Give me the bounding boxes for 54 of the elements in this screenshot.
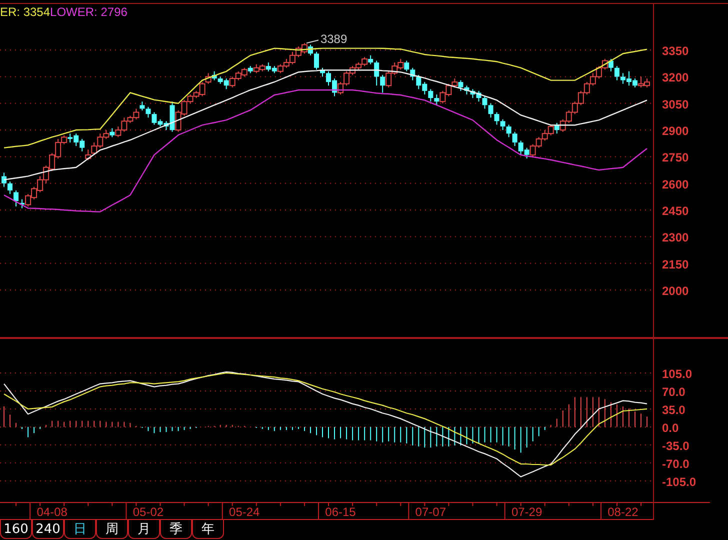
axis-label: 2150 bbox=[662, 257, 689, 272]
candlestick bbox=[428, 88, 434, 102]
axis-label: -35.0 bbox=[662, 438, 690, 453]
leader-line bbox=[306, 40, 319, 44]
period-tab[interactable]: 240 bbox=[32, 520, 64, 539]
period-tab[interactable]: 日 bbox=[64, 520, 96, 539]
axis-label: 35.0 bbox=[662, 402, 686, 417]
candlestick bbox=[458, 80, 464, 92]
period-tab[interactable]: 季 bbox=[160, 520, 192, 539]
axis-label: 3050 bbox=[662, 97, 689, 112]
axis-label: 2450 bbox=[662, 204, 689, 218]
axis-label: 3200 bbox=[662, 70, 689, 85]
candlestick bbox=[488, 102, 494, 118]
candlestick bbox=[146, 106, 151, 118]
axis-label: 0.0 bbox=[662, 420, 679, 435]
period-tab[interactable]: 160 bbox=[0, 520, 32, 539]
axis-label: 06-15 bbox=[325, 505, 356, 519]
candlestick bbox=[512, 131, 518, 147]
axis-label: 05-02 bbox=[132, 505, 164, 519]
axis-label: -105.0 bbox=[662, 474, 696, 489]
candlestick bbox=[614, 66, 620, 81]
axis-label: 08-22 bbox=[608, 505, 638, 519]
candlestick bbox=[494, 112, 500, 126]
axis-label: 05-24 bbox=[229, 505, 260, 519]
axis-label: 2750 bbox=[662, 150, 689, 165]
candlestick bbox=[374, 60, 380, 86]
period-tab[interactable]: 周 bbox=[96, 520, 128, 539]
candlestick bbox=[314, 51, 319, 70]
axis-label: 2600 bbox=[662, 177, 689, 192]
peak-label: 3389 bbox=[320, 32, 348, 46]
candlestick bbox=[434, 94, 440, 106]
axis-label: 70.0 bbox=[662, 384, 686, 399]
axis-label: 04-08 bbox=[36, 505, 68, 519]
axis-label: 105.0 bbox=[662, 366, 692, 381]
candlestick bbox=[482, 96, 488, 110]
candlestick bbox=[404, 60, 410, 72]
candlestick bbox=[8, 181, 13, 195]
candlestick bbox=[2, 172, 6, 188]
axis-label: 3350 bbox=[662, 44, 689, 58]
axis-label: 2300 bbox=[662, 230, 689, 245]
legend-value: ER: 3354 bbox=[0, 5, 50, 19]
candlestick bbox=[500, 118, 506, 131]
axis-label: 07-29 bbox=[511, 505, 542, 519]
candlestick bbox=[506, 124, 512, 138]
axis-label: -70.0 bbox=[662, 456, 690, 471]
candlestick bbox=[380, 74, 386, 94]
candlestick bbox=[14, 190, 19, 207]
period-tab[interactable]: 月 bbox=[128, 520, 160, 539]
axis-label: 2000 bbox=[662, 284, 689, 298]
axis-label: 07-07 bbox=[415, 505, 446, 519]
axis-label: 2900 bbox=[662, 124, 689, 138]
period-tab[interactable]: 年 bbox=[192, 520, 224, 539]
legend-value: LOWER: 2796 bbox=[50, 5, 128, 19]
candlestick bbox=[608, 58, 614, 72]
